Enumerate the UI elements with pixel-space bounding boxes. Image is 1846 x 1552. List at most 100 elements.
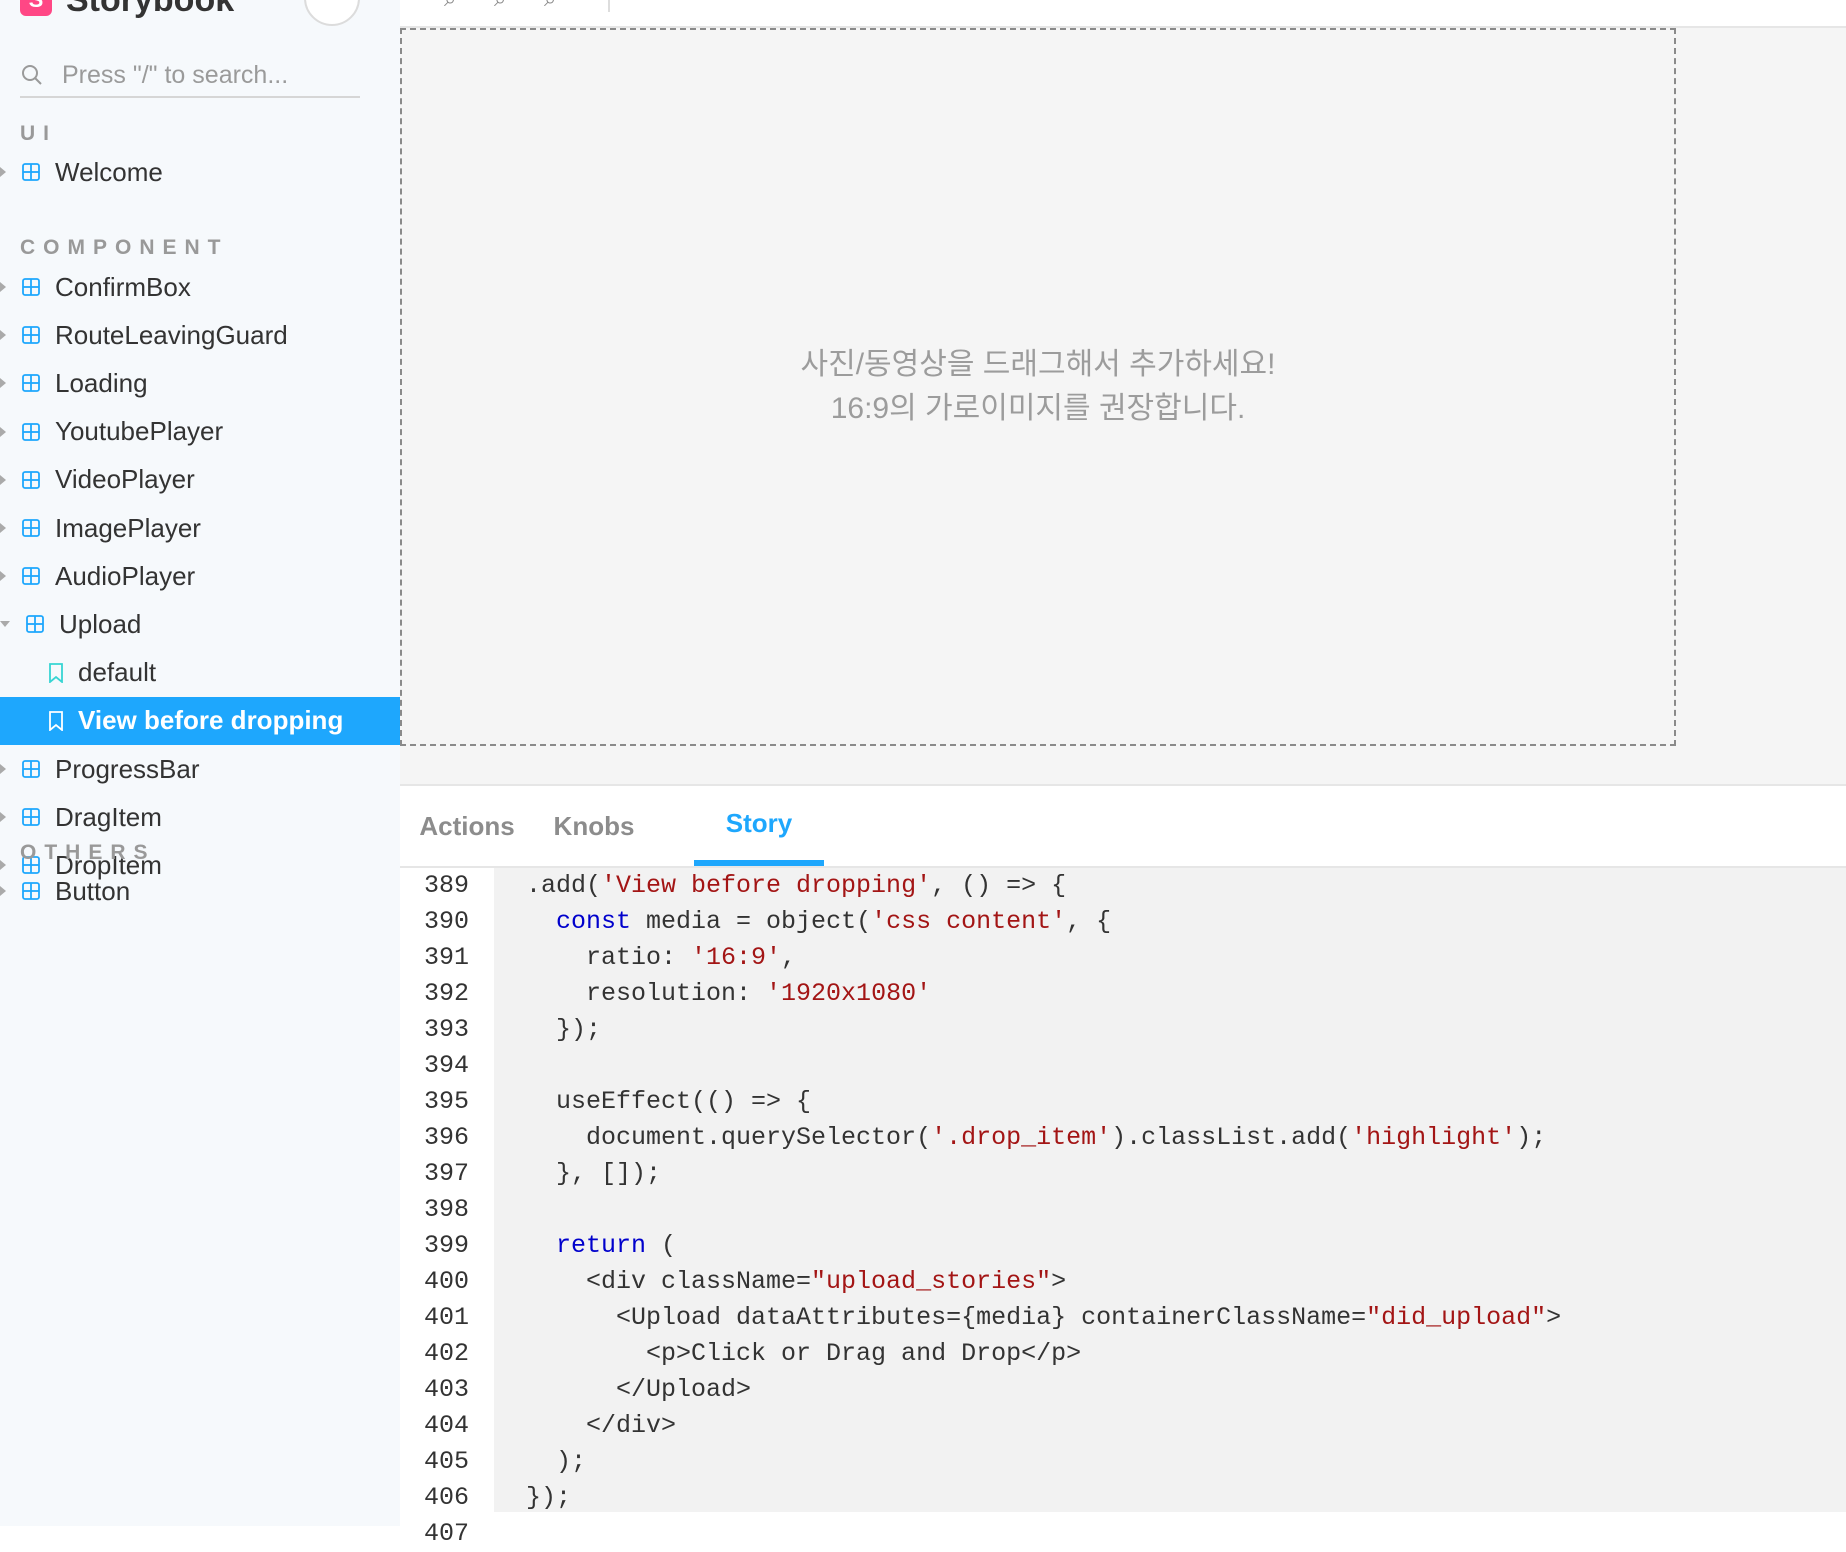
component-icon	[22, 760, 40, 778]
sidebar-item-label: YoutubePlayer	[55, 416, 224, 447]
tab-knobs[interactable]: Knobs	[534, 786, 654, 866]
zoom-out-icon[interactable]: ⌕	[494, 0, 506, 12]
bookmark-icon	[49, 662, 63, 683]
code-text: document.querySelector('.drop_item').cla…	[526, 1123, 1547, 1152]
code-text: });	[526, 1483, 572, 1512]
sidebar-item-label: RouteLeavingGuard	[55, 319, 288, 350]
bookmark-icon	[49, 710, 63, 731]
sidebar-item-videoplayer[interactable]: VideoPlayer	[0, 456, 400, 504]
code-text: );	[526, 1447, 587, 1476]
sidebar-item-upload[interactable]: Upload	[0, 600, 400, 648]
upload-dropzone[interactable]: 사진/동영상을 드래그해서 추가하세요! 16:9의 가로이미지를 권장합니다.	[400, 28, 1676, 746]
story-item-default[interactable]: default	[0, 649, 400, 697]
menu-button[interactable]	[304, 0, 360, 26]
tab-actions[interactable]: Actions	[400, 786, 534, 866]
sidebar-item-audioplayer[interactable]: AudioPlayer	[0, 552, 400, 600]
code-text: const media = object('css content', {	[556, 907, 1112, 936]
sidebar-item-label: Loading	[55, 367, 148, 398]
code-text: .add('View before dropping', () => {	[526, 871, 1067, 900]
sidebar-item-label: VideoPlayer	[55, 464, 195, 495]
line-number: 395	[424, 1087, 470, 1116]
code-text: <Upload dataAttributes={media} container…	[526, 1303, 1562, 1332]
zoom-reset-icon[interactable]: ⌕	[544, 0, 556, 12]
line-number: 397	[424, 1159, 470, 1188]
sidebar-item-loading[interactable]: Loading	[0, 359, 400, 407]
line-number: 399	[424, 1231, 470, 1260]
sidebar: S Storybook UI Welcome COMPONENT ConfirmBox…	[0, 0, 400, 1526]
line-number: 389	[424, 871, 470, 900]
code-text: });	[526, 1015, 602, 1044]
line-number: 401	[424, 1303, 470, 1332]
zoom-in-icon[interactable]: ⌕	[444, 0, 456, 12]
line-number: 403	[424, 1375, 470, 1404]
line-number: 402	[424, 1339, 470, 1368]
component-icon	[22, 470, 40, 489]
dropzone-text-line1: 사진/동영상을 드래그해서 추가하세요!	[800, 348, 1276, 381]
sidebar-item-label: AudioPlayer	[55, 560, 196, 591]
caret-right-icon	[0, 812, 6, 823]
component-icon	[22, 374, 40, 393]
line-number: 391	[424, 943, 470, 972]
tab-story[interactable]: Story	[694, 786, 824, 866]
sidebar-item-label: Button	[55, 875, 131, 906]
sidebar-item-confirmbox[interactable]: ConfirmBox	[0, 263, 400, 311]
story-canvas: 사진/동영상을 드래그해서 추가하세요! 16:9의 가로이미지를 권장합니다.	[400, 28, 1846, 784]
brand[interactable]: S Storybook	[20, 0, 234, 20]
component-icon	[22, 519, 40, 537]
sidebar-item-welcome[interactable]: Welcome	[0, 148, 400, 196]
search-box[interactable]	[20, 54, 360, 98]
line-number: 396	[424, 1123, 470, 1152]
sidebar-item-label: ImagePlayer	[55, 512, 201, 543]
story-item-view-before-dropping[interactable]: View before dropping	[0, 696, 400, 745]
sidebar-item-routeleavingguard[interactable]: RouteLeavingGuard	[0, 311, 400, 359]
caret-right-icon	[0, 426, 6, 437]
sidebar-item-label: ProgressBar	[55, 753, 200, 784]
sidebar-item-label: Welcome	[55, 156, 163, 187]
line-number: 393	[424, 1015, 470, 1044]
toolbar-divider	[608, 0, 610, 12]
sidebar-item-youtubeplayer[interactable]: YoutubePlayer	[0, 408, 400, 456]
code-text: </Upload>	[526, 1375, 752, 1404]
caret-right-icon	[0, 167, 6, 177]
sidebar-item-label: Upload	[59, 608, 142, 639]
line-number: 394	[424, 1051, 470, 1080]
caret-right-icon	[0, 571, 6, 582]
caret-right-icon	[0, 474, 6, 485]
component-icon	[22, 882, 40, 900]
component-icon	[22, 278, 40, 296]
addon-tabs: Actions Knobs Story	[400, 786, 1846, 868]
story-item-label: default	[78, 657, 157, 688]
caret-right-icon	[0, 378, 6, 389]
search-input[interactable]	[60, 59, 354, 91]
line-number: 406	[424, 1483, 470, 1512]
caret-right-icon	[0, 523, 6, 533]
code-text: }, []);	[526, 1159, 662, 1188]
section-title-others: OTHERS	[20, 841, 156, 864]
sidebar-item-progressbar[interactable]: ProgressBar	[0, 745, 400, 793]
code-text: </div>	[526, 1411, 677, 1440]
line-number: 405	[424, 1447, 470, 1476]
component-icon	[22, 422, 40, 441]
addons-panel: Actions Knobs Story 389 .add('View before…	[400, 784, 1846, 1548]
sidebar-item-imageplayer[interactable]: ImagePlayer	[0, 504, 400, 552]
story-item-label: View before dropping	[78, 705, 344, 736]
app-name: Storybook	[66, 0, 234, 20]
section-title-component: COMPONENT	[20, 236, 229, 259]
caret-right-icon	[0, 886, 6, 896]
code-text: resolution: '1920x1080'	[526, 979, 932, 1008]
component-icon	[22, 567, 40, 586]
search-icon	[22, 65, 42, 85]
section-title-ui: UI	[20, 122, 57, 145]
sidebar-item-label: ConfirmBox	[55, 271, 191, 302]
dropzone-text-line2: 16:9의 가로이미지를 권장합니다.	[830, 392, 1246, 425]
sidebar-item-dragitem[interactable]: DragItem	[0, 793, 400, 841]
sidebar-item-label: DragItem	[55, 801, 162, 832]
caret-right-icon	[0, 764, 6, 774]
code-text: return (	[556, 1231, 677, 1260]
story-source-code: 389 .add('View before dropping', () => { 3…	[400, 868, 1846, 1548]
code-text: ratio: '16:9',	[526, 943, 797, 972]
sidebar-item-button[interactable]: Button	[0, 867, 400, 915]
code-text: useEffect(() => {	[526, 1087, 812, 1116]
line-number: 404	[424, 1411, 470, 1440]
line-number: 398	[424, 1195, 470, 1224]
